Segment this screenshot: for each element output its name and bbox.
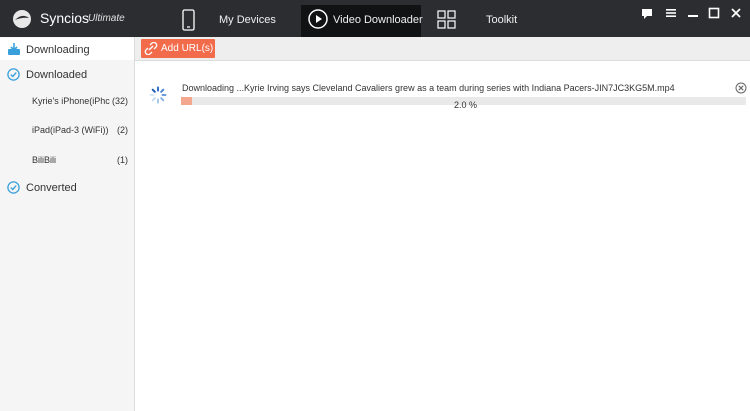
- download-progress-text: 2.0 %: [454, 100, 478, 110]
- close-icon[interactable]: [729, 6, 743, 20]
- sidebar-device-item[interactable]: BiliBili (1): [32, 155, 128, 165]
- sidebar-item-converted-label: Converted: [26, 182, 77, 194]
- link-icon: [144, 42, 158, 55]
- download-progress-fill: [181, 97, 192, 105]
- sidebar: Downloading Downloaded Kyrie's iPhone(iP…: [0, 37, 141, 411]
- play-circle-icon: [308, 9, 328, 29]
- cancel-download-icon[interactable]: [735, 82, 747, 94]
- phone-icon: [182, 9, 195, 31]
- sidebar-item-downloading-label: Downloading: [26, 44, 90, 56]
- sidebar-device-item[interactable]: iPad(iPad-3 (WiFi)) (2): [32, 125, 128, 135]
- minimize-icon[interactable]: [686, 6, 700, 20]
- app-edition: Ultimate: [88, 13, 125, 24]
- device-name: BiliBili: [32, 155, 57, 165]
- tab-video-downloader[interactable]: Video Downloader: [301, 5, 423, 37]
- chat-icon[interactable]: [640, 6, 654, 20]
- tab-video-downloader-label: Video Downloader: [333, 14, 423, 26]
- tab-toolkit[interactable]: Toolkit: [430, 5, 540, 37]
- device-count: (32): [111, 96, 128, 106]
- sidebar-item-downloading[interactable]: Downloading: [0, 38, 141, 60]
- toolbar: Add URL(s): [135, 37, 750, 61]
- tab-my-devices-label: My Devices: [219, 14, 276, 26]
- title-bar: Syncios Ultimate My Devices Video Downlo…: [0, 0, 750, 37]
- maximize-icon[interactable]: [707, 6, 721, 20]
- app-name: Syncios: [40, 10, 90, 26]
- download-status: Downloading ...: [182, 83, 245, 93]
- syncios-logo-icon: [13, 10, 31, 28]
- sidebar-device-item[interactable]: Kyrie's iPhone(iPhc (32): [32, 96, 128, 106]
- tab-toolkit-label: Toolkit: [486, 14, 518, 26]
- sidebar-item-downloaded[interactable]: Downloaded: [0, 66, 134, 84]
- device-name: Kyrie's iPhone(iPhc: [32, 96, 110, 106]
- toolkit-grid-icon: [437, 10, 456, 29]
- download-filename: Kyrie Irving says Cleveland Cavaliers gr…: [244, 83, 675, 93]
- add-url-button[interactable]: Add URL(s): [141, 39, 215, 58]
- device-name: iPad(iPad-3 (WiFi)): [32, 125, 109, 135]
- download-cloud-icon: [8, 43, 20, 55]
- sidebar-item-downloaded-label: Downloaded: [26, 69, 88, 81]
- device-count: (2): [117, 125, 128, 135]
- sidebar-item-converted[interactable]: Converted: [0, 179, 134, 197]
- loading-spinner-icon: [149, 86, 167, 104]
- check-circle-icon: [7, 68, 20, 81]
- add-url-label: Add URL(s): [161, 43, 214, 54]
- device-count: (1): [117, 155, 128, 165]
- menu-icon[interactable]: [664, 6, 678, 20]
- tab-my-devices[interactable]: My Devices: [170, 5, 290, 37]
- check-circle-icon: [7, 181, 20, 194]
